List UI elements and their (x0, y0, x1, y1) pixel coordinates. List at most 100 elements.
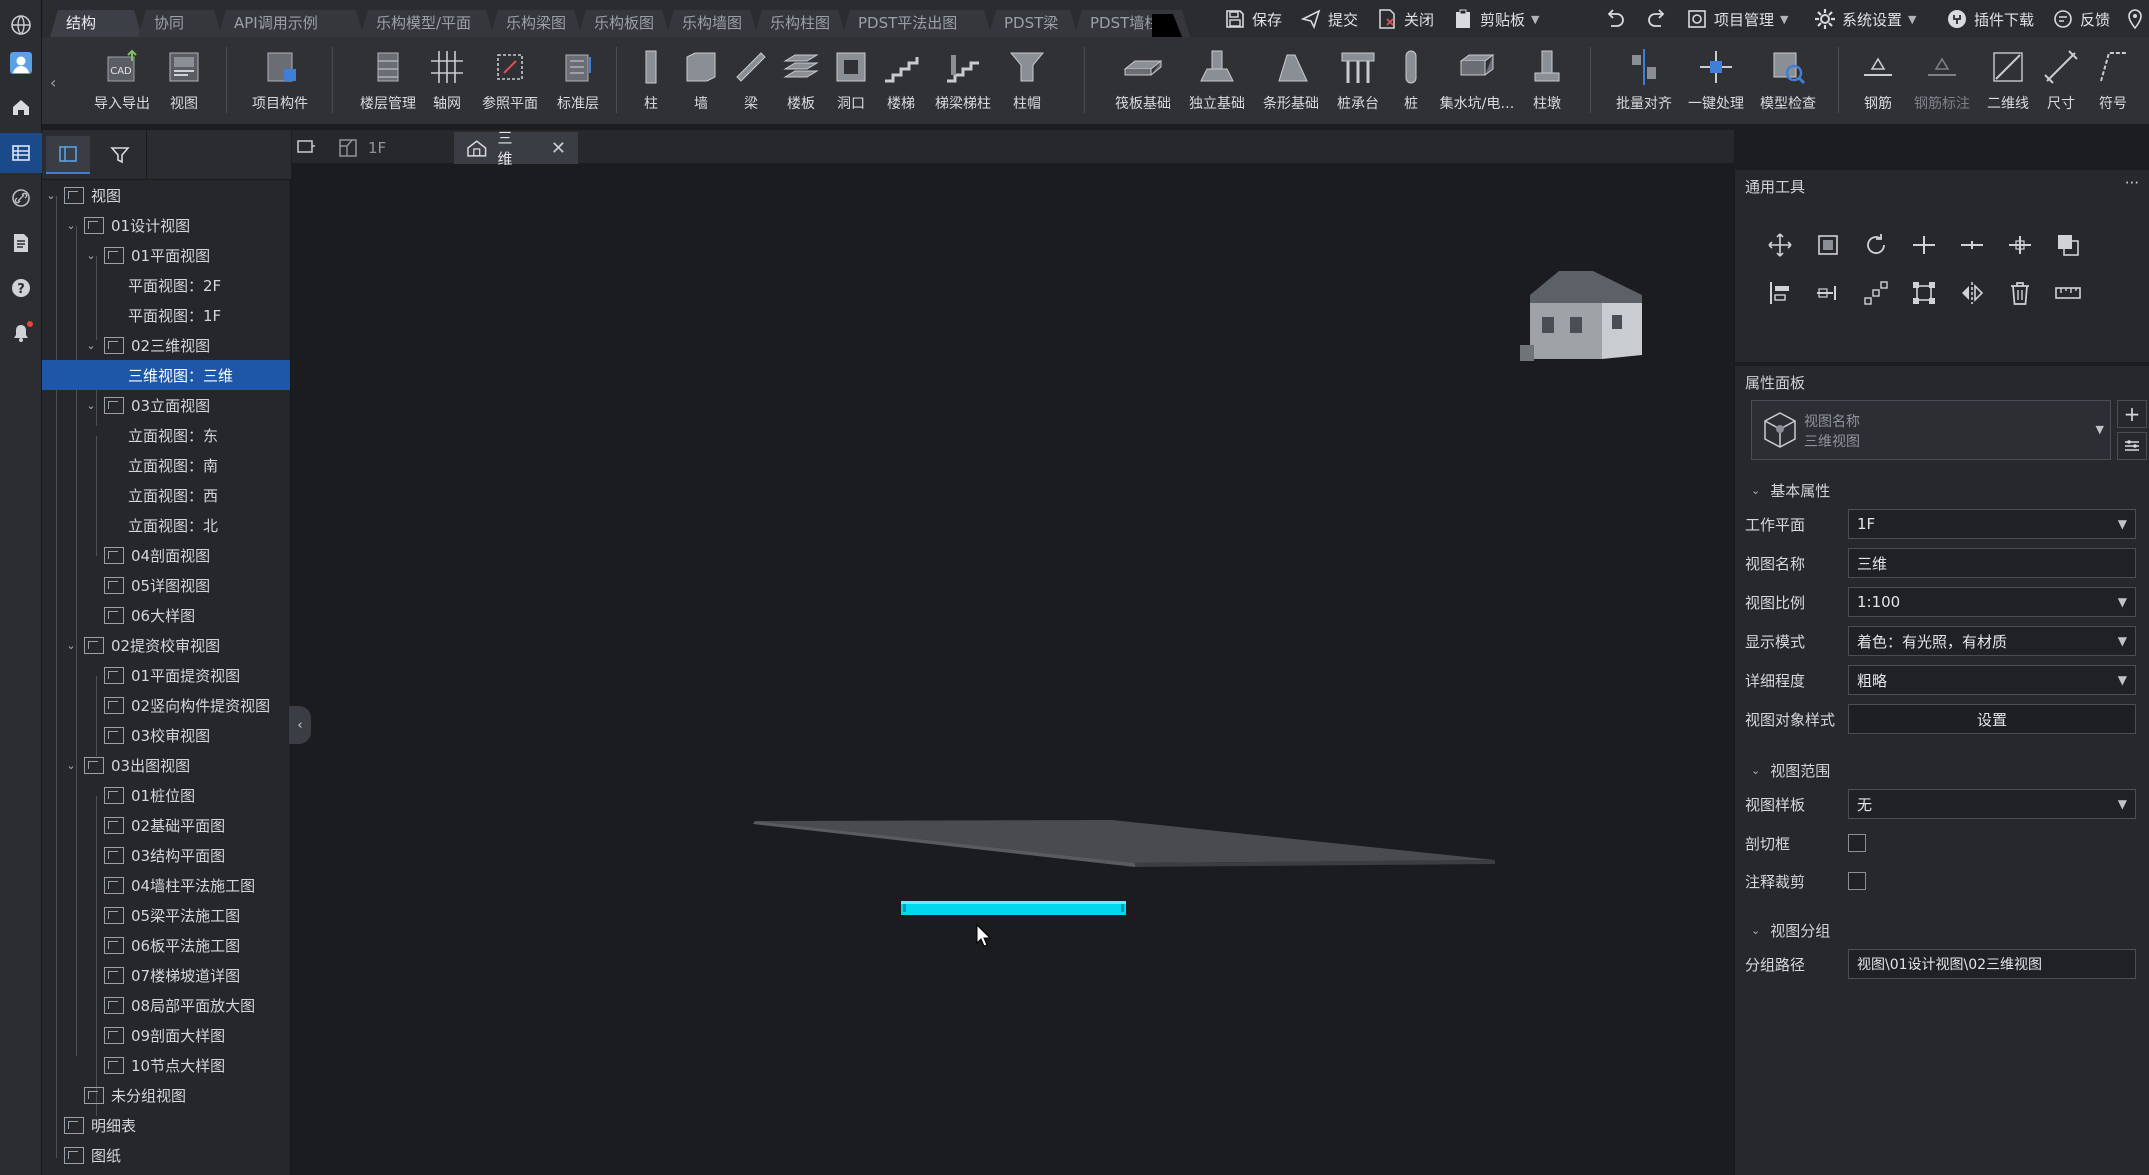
tree-leaf-elevation-east[interactable]: 立面视图：东 (42, 420, 290, 450)
submit-button[interactable]: 提交 (1300, 6, 1358, 32)
tree-node-pile-layout[interactable]: 01桩位图 (42, 780, 290, 810)
system-settings-menu[interactable]: 系统设置 ▼ (1814, 6, 1916, 32)
tab-wall-drawing[interactable]: 乐构墙图 (666, 10, 758, 37)
tab-slab-drawing[interactable]: 乐构板图 (578, 10, 670, 37)
tree-node-large-detail[interactable]: 06大样图 (42, 600, 290, 630)
project-component-button[interactable]: 项目构件 (240, 43, 320, 119)
delete-icon[interactable] (2005, 278, 2035, 308)
view-scale-select[interactable]: 1:100 ▼ (1848, 587, 2136, 617)
view-name-input[interactable]: 三维 (1848, 548, 2136, 578)
project-browser-icon[interactable] (0, 133, 42, 173)
tree-node-beam-drawing[interactable]: 05梁平法施工图 (42, 900, 290, 930)
tab-api-examples[interactable]: API调用示例 (218, 10, 364, 37)
duplicate-icon[interactable] (2053, 230, 2083, 260)
tab-list-icon[interactable] (296, 138, 320, 158)
tree-node-slab-drawing[interactable]: 06板平法施工图 (42, 930, 290, 960)
tab-structure[interactable]: 结构 (50, 10, 142, 37)
section-basic-properties[interactable]: ⌄ 基本属性 (1751, 480, 1830, 501)
tab-column-drawing[interactable]: 乐构柱图 (754, 10, 846, 37)
isolated-foundation-button[interactable]: 独立基础 (1180, 43, 1254, 119)
tree-node-design-views[interactable]: ⌄ 01设计视图 (42, 210, 290, 240)
tree-leaf-elevation-north[interactable]: 立面视图：北 (42, 510, 290, 540)
display-mode-select[interactable]: 着色：有光照，有材质 ▼ (1848, 626, 2136, 656)
annotation-crop-checkbox[interactable] (1848, 872, 1866, 890)
avatar[interactable] (6, 48, 36, 78)
clipboard-menu[interactable]: 剪贴板 ▼ (1452, 6, 1539, 32)
rotate-icon[interactable] (1861, 230, 1891, 260)
tree-node-wall-column-drawing[interactable]: 04墙柱平法施工图 (42, 870, 290, 900)
rebar-button[interactable]: 钢筋 (1852, 43, 1904, 119)
stair-beam-column-button[interactable]: 梯梁梯柱 (926, 43, 1000, 119)
rebar-label-button[interactable]: 钢筋标注 (1904, 43, 1980, 119)
section-box-checkbox[interactable] (1848, 834, 1866, 852)
section-view-range[interactable]: ⌄ 视图范围 (1751, 760, 1830, 781)
link-icon[interactable] (6, 183, 36, 213)
floor-manage-button[interactable]: 楼层管理 (348, 43, 428, 119)
tree-node-review-views[interactable]: ⌄ 02提资校审视图 (42, 630, 290, 660)
redo-button[interactable] (1646, 6, 1668, 32)
axis-grid-button[interactable]: 轴网 (422, 43, 472, 119)
tree-node-schedules[interactable]: 明细表 (42, 1110, 290, 1140)
tree-leaf-3d-view[interactable]: 三维视图：三维 (42, 360, 290, 390)
tree-node-ungrouped[interactable]: 未分组视图 (42, 1080, 290, 1110)
tree-node-detail-views[interactable]: 05详图视图 (42, 570, 290, 600)
pile-cap-button[interactable]: 桩承台 (1328, 43, 1388, 119)
tree-leaf-elevation-west[interactable]: 立面视图：西 (42, 480, 290, 510)
panel-toggle-button[interactable] (46, 136, 90, 174)
tree-node-structure-plan[interactable]: 03结构平面图 (42, 840, 290, 870)
raft-foundation-button[interactable]: 筏板基础 (1106, 43, 1180, 119)
column-cap-button[interactable]: 柱帽 (1000, 43, 1054, 119)
tree-leaf-plan-1f[interactable]: 平面视图：1F (42, 300, 290, 330)
work-plane-select[interactable]: 1F ▼ (1848, 509, 2136, 539)
copy-icon[interactable] (1813, 230, 1843, 260)
pile-button[interactable]: 桩 (1388, 43, 1434, 119)
align-left-icon[interactable] (1765, 278, 1795, 308)
more-options-icon[interactable]: ··· (2125, 174, 2139, 192)
floor-slab[interactable] (753, 820, 1495, 867)
tree-node-review[interactable]: 03校审视图 (42, 720, 290, 750)
document-icon[interactable] (6, 228, 36, 258)
column-button[interactable]: 柱 (626, 43, 676, 119)
tree-node-views[interactable]: ⌄ 视图 (42, 180, 290, 210)
extend-icon[interactable] (2005, 230, 2035, 260)
tree-node-plan-submission[interactable]: 01平面提资视图 (42, 660, 290, 690)
symbol-button[interactable]: 符号 (2088, 43, 2138, 119)
mirror-icon[interactable] (1957, 278, 1987, 308)
array-icon[interactable] (1861, 278, 1891, 308)
scale-icon[interactable] (1909, 278, 1939, 308)
move-icon[interactable] (1765, 230, 1795, 260)
help-icon[interactable]: ? (6, 273, 36, 303)
beam-button[interactable]: 梁 (726, 43, 776, 119)
selected-beam[interactable] (901, 901, 1126, 915)
tree-leaf-plan-2f[interactable]: 平面视图：2F (42, 270, 290, 300)
object-style-settings-button[interactable]: 设置 (1848, 704, 2136, 734)
view-button[interactable]: 视图 (154, 43, 214, 119)
tree-node-3d-views[interactable]: ⌄ 02三维视图 (42, 330, 290, 360)
group-path-input[interactable]: 视图\01设计视图\02三维视图 (1848, 949, 2136, 979)
tab-pdst-drawing[interactable]: PDST平法出图 (842, 10, 992, 37)
section-view-group[interactable]: ⌄ 视图分组 (1751, 920, 1830, 941)
model-check-button[interactable]: 模型检查 (1752, 43, 1824, 119)
tab-view-3d[interactable]: 三维 ✕ (454, 129, 578, 168)
offset-icon[interactable] (1813, 278, 1843, 308)
tab-model-plan[interactable]: 乐构模型/平面 (360, 10, 494, 37)
tree-node-partial-plan[interactable]: 08局部平面放大图 (42, 990, 290, 1020)
pier-button[interactable]: 柱墩 (1520, 43, 1574, 119)
tree-node-sheets[interactable]: 图纸 (42, 1140, 290, 1170)
plugin-download-button[interactable]: 插件下载 (1946, 6, 2034, 32)
help-button[interactable]: 帮助 (2124, 6, 2149, 32)
strip-foundation-button[interactable]: 条形基础 (1254, 43, 1328, 119)
measure-icon[interactable] (2053, 278, 2083, 308)
edit-type-icon[interactable] (2117, 432, 2147, 460)
close-project-button[interactable]: 关闭 (1376, 6, 1434, 32)
opening-button[interactable]: 洞口 (826, 43, 876, 119)
tab-beam-drawing[interactable]: 乐构梁图 (490, 10, 582, 37)
tree-node-section-views[interactable]: 04剖面视图 (42, 540, 290, 570)
3d-viewport[interactable] (292, 165, 1734, 1175)
tree-node-elevation-views[interactable]: ⌄ 03立面视图 (42, 390, 290, 420)
import-export-button[interactable]: CAD 导入导出 (86, 43, 158, 119)
line-2d-button[interactable]: 二维线 (1980, 43, 2036, 119)
project-manage-menu[interactable]: 项目管理 ▼ (1686, 6, 1788, 32)
add-icon[interactable]: + (2117, 400, 2147, 428)
ref-plane-button[interactable]: 参照平面 (472, 43, 548, 119)
